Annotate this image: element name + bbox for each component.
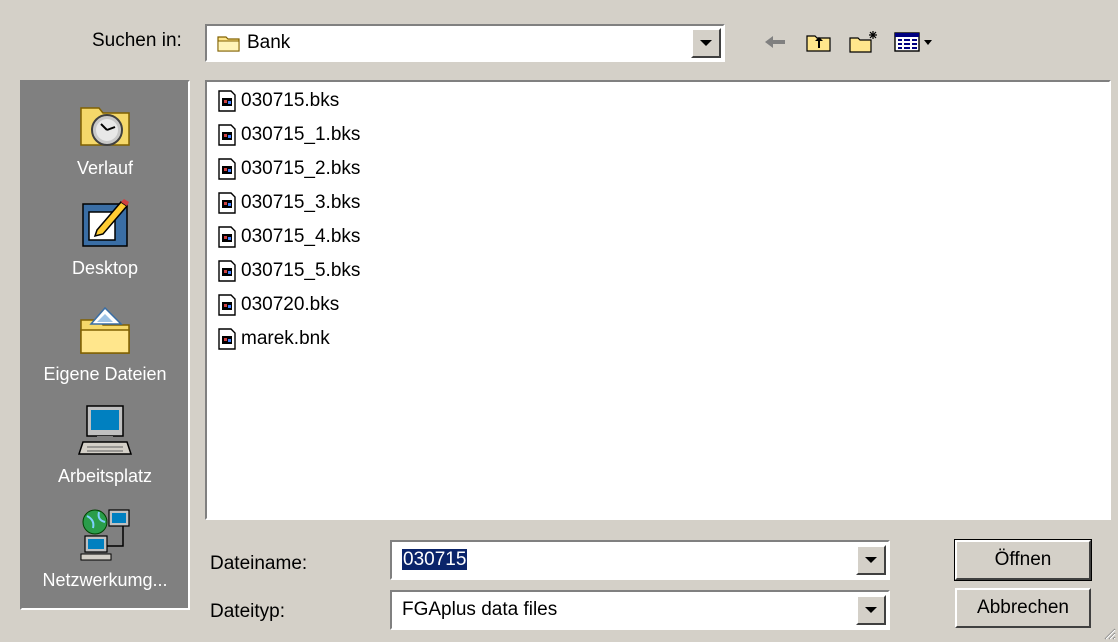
my-documents-icon <box>80 306 130 354</box>
file-icon <box>218 328 236 350</box>
folder-icon <box>217 36 240 52</box>
place-desktop[interactable]: Desktop <box>22 194 188 279</box>
filename-combobox[interactable]: 030715 <box>390 540 890 580</box>
file-name: 030715_1.bks <box>241 124 361 145</box>
my-computer-icon <box>77 405 133 455</box>
file-icon <box>218 158 236 180</box>
filetype-select[interactable]: FGAplus data files <box>390 590 890 630</box>
resize-grip-icon[interactable] <box>1102 626 1116 640</box>
look-in-value: Bank <box>247 32 291 53</box>
chevron-down-icon <box>865 557 877 563</box>
look-in-combobox[interactable]: Bank <box>205 24 725 62</box>
file-item[interactable]: 030715_2.bks <box>217 154 360 184</box>
new-folder-button[interactable] <box>846 26 882 58</box>
file-item[interactable]: 030715.bks <box>217 86 339 116</box>
filetype-dropdown-button[interactable] <box>856 595 886 625</box>
chevron-down-icon <box>700 40 712 46</box>
view-menu-icon <box>894 32 932 52</box>
file-icon <box>218 192 236 214</box>
file-name: 030715_3.bks <box>241 192 361 213</box>
history-icon <box>80 107 130 146</box>
place-history[interactable]: Verlauf <box>22 94 188 179</box>
open-button[interactable]: Öffnen <box>954 539 1092 581</box>
file-item[interactable]: 030715_3.bks <box>217 188 360 218</box>
folder-up-icon <box>806 35 831 52</box>
desktop-icon <box>82 199 129 247</box>
back-button[interactable] <box>760 26 790 58</box>
file-icon <box>218 226 236 248</box>
network-icon <box>80 509 130 561</box>
file-item[interactable]: marek.bnk <box>217 324 330 354</box>
file-name: 030715_5.bks <box>241 260 361 281</box>
file-name: 030715_2.bks <box>241 158 361 179</box>
file-name: 030715.bks <box>241 90 340 111</box>
filetype-value: FGAplus data files <box>402 599 558 620</box>
file-item[interactable]: 030715_4.bks <box>217 222 360 252</box>
file-icon <box>218 90 236 112</box>
up-folder-button[interactable] <box>802 26 836 58</box>
file-name: 030720.bks <box>241 294 340 315</box>
file-name: 030715_4.bks <box>241 226 361 247</box>
file-list[interactable]: 030715.bks 030715_1.bks 030715_2.bks 030… <box>205 80 1111 520</box>
place-network[interactable]: Netzwerkumg... <box>22 506 188 591</box>
place-label: Arbeitsplatz <box>57 466 153 486</box>
file-item[interactable]: 030715_1.bks <box>217 120 360 150</box>
place-label: Verlauf <box>76 158 134 178</box>
look-in-dropdown-button[interactable] <box>691 28 721 58</box>
filename-input[interactable]: 030715 <box>402 549 468 570</box>
filetype-label: Dateityp: <box>210 601 285 622</box>
cancel-button[interactable]: Abbrechen <box>955 588 1091 628</box>
file-item[interactable]: 030720.bks <box>217 290 339 320</box>
filename-dropdown-button[interactable] <box>856 545 886 575</box>
file-item[interactable]: 030715_5.bks <box>217 256 360 286</box>
filename-label: Dateiname: <box>210 553 308 574</box>
place-label: Netzwerkumg... <box>42 570 168 590</box>
back-arrow-icon <box>765 36 785 48</box>
chevron-down-icon <box>865 607 877 613</box>
new-folder-icon <box>849 31 877 53</box>
places-bar: Verlauf Desktop Eigene Dateien Arbeitspl… <box>20 80 190 610</box>
place-label: Eigene Dateien <box>43 364 167 384</box>
view-menu-button[interactable] <box>892 26 936 58</box>
file-icon <box>218 260 236 282</box>
file-icon <box>218 124 236 146</box>
place-label: Desktop <box>71 258 139 278</box>
place-my-computer[interactable]: Arbeitsplatz <box>22 402 188 487</box>
file-icon <box>218 294 236 316</box>
file-name: marek.bnk <box>241 328 330 349</box>
place-my-documents[interactable]: Eigene Dateien <box>22 300 188 385</box>
look-in-label: Suchen in: <box>92 30 182 51</box>
